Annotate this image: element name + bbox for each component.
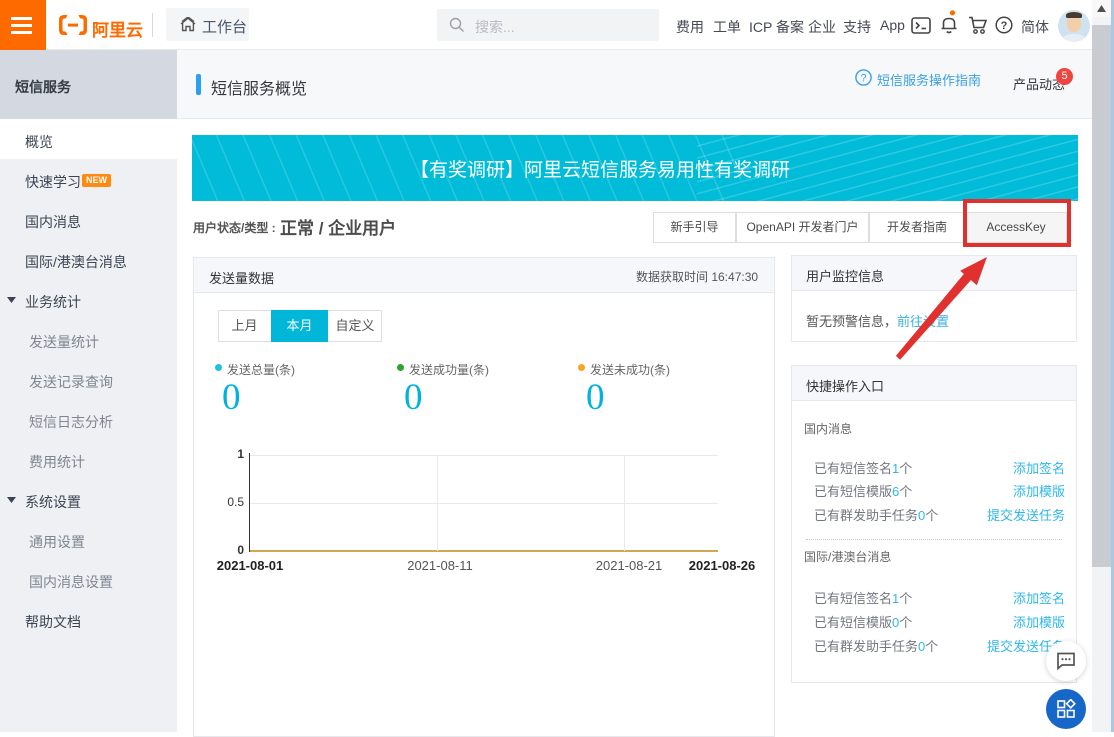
svg-text:?: ?	[1001, 20, 1008, 32]
svg-text:?: ?	[860, 73, 866, 85]
